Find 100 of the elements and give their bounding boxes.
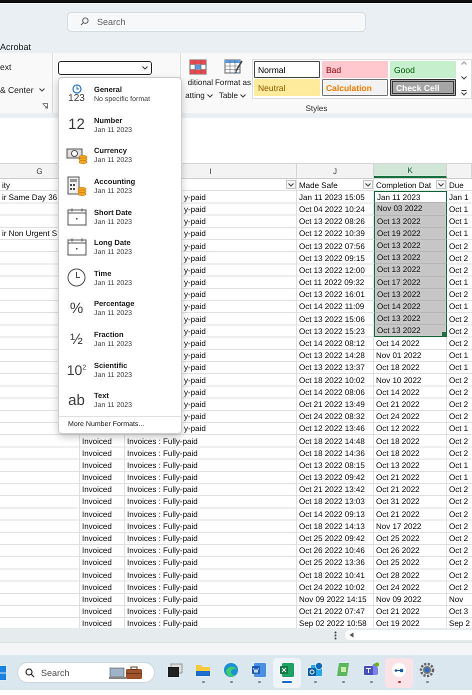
table-cell-text: Oct 28 2022 (375, 570, 421, 582)
search-box[interactable]: Search (67, 12, 366, 32)
table-cell-text: Oct 11 2022 09:32 (298, 277, 366, 289)
format-as-table-button[interactable]: Format as Table (215, 59, 252, 102)
scroll-down-icon[interactable] (461, 76, 467, 80)
table-cell-text: Oct 1 (448, 277, 470, 289)
table-cell-text: Oct 2 (448, 508, 470, 520)
dialog-launcher-icon[interactable] (42, 103, 48, 109)
table-cell-text: Oct 18 2022 14:13 (298, 520, 366, 532)
table-cell-text: Invoiced (81, 582, 113, 594)
table-brush-icon (224, 59, 244, 75)
table-cell-text: Oct 21 2022 (375, 398, 421, 411)
table-cell-text: Oct 2 (448, 386, 470, 398)
table-cell-text: Invoiced (81, 448, 113, 460)
table-cell-text: Oct 14 2022 08:12 (298, 338, 366, 350)
ribbon-tab[interactable]: Acrobat (0, 40, 32, 52)
table-cell-text: Invoices : Fully-paid (126, 508, 199, 520)
table-cell-text: Oct 14 2022 (375, 338, 421, 350)
search-icon (80, 17, 89, 26)
table-cell-text: Oct 13 2022 09:15 (298, 252, 366, 264)
cell-style-option[interactable]: Good (390, 61, 456, 78)
mail-app-icon (307, 662, 323, 678)
table-cell: Oct 17 2022 (374, 276, 447, 289)
table-cell-text: Oct 13 2022 (375, 460, 421, 472)
start-icon[interactable] (0, 666, 6, 680)
cell-style-option[interactable]: Neutral (254, 79, 320, 96)
format-icon: 123 (68, 94, 85, 104)
caret-icon (288, 182, 294, 186)
header-label: Completion Dat (376, 180, 432, 191)
conditional-formatting-button[interactable]: ditional atting (181, 59, 215, 102)
table-cell-text: Oct 24 2022 (375, 582, 421, 594)
caret-icon (240, 94, 246, 98)
table-cell-text: Oct 18 2022 (375, 448, 421, 460)
cell-style-option[interactable]: Normal (254, 61, 320, 78)
table-cell-text: y-paid (183, 411, 207, 423)
search-field[interactable]: Search (41, 668, 103, 678)
number-format-dropdown[interactable] (58, 61, 152, 75)
table-cell-text: Invoiced (81, 533, 113, 545)
search-box[interactable]: Search (17, 662, 155, 683)
table-cell-text: Oct 18 2022 10:02 (298, 374, 366, 386)
table-cell: Oct 13 2022 (374, 252, 447, 264)
table-cell-text: ir Same Day 36 (1, 192, 58, 204)
table-cell-text: Oct 14 2022 09:13 (298, 508, 366, 520)
filter-button[interactable] (436, 180, 446, 189)
table-cell-text: Oct 2 (448, 448, 470, 460)
scroll-left-icon[interactable] (349, 632, 354, 638)
table-cell-text: Oct 04 2022 10:24 (298, 204, 366, 216)
laptop-briefcase-icon (109, 666, 143, 680)
column-header[interactable]: K (374, 164, 447, 178)
table-cell-text: Oct 1 (448, 460, 470, 472)
table-cell-text: Invoiced (81, 520, 113, 532)
horizontal-scrollbar[interactable] (345, 630, 472, 640)
clock-icon (67, 268, 86, 288)
table-cell-text: Oct 1 (448, 472, 470, 484)
table-cell-text: Oct 26 2022 10:46 (298, 545, 366, 557)
filter-button[interactable] (286, 180, 296, 189)
table-cell-text: Oct 18 2022 (375, 436, 421, 448)
table-cell: Oct 13 2022 (374, 240, 447, 252)
table-cell-text: Oct 21 2022 (375, 472, 421, 484)
cell-style-option[interactable]: Bad (322, 61, 388, 78)
table-cell-text: Oct 2 (448, 533, 470, 545)
table-cell-text: Invoiced (81, 618, 113, 628)
table-cell-text: Invoiced (81, 496, 113, 508)
table-cell-text: y-paid (183, 192, 207, 204)
table-cell-text: Oct 2 (448, 398, 470, 411)
table-cell-text: Invoices : Fully-paid (126, 533, 199, 545)
wrap-text-button[interactable]: ext (0, 62, 52, 72)
table-cell-text: Oct 1 (448, 350, 470, 362)
table-cell-text: Oct 1 (448, 228, 470, 240)
merge-center-button[interactable]: & Center (0, 85, 52, 95)
caret-icon (142, 66, 148, 70)
table-cell-text: Invoices : Fully-paid (126, 557, 199, 569)
dots-app-icon (391, 662, 407, 678)
table-cell-text: Oct 13 2022 13:37 (298, 362, 366, 374)
more-styles-icon[interactable] (461, 90, 467, 96)
table-cell-text: Oct 2 (448, 582, 470, 594)
table-cell-text: Oct 21 2022 13:42 (298, 484, 366, 496)
table-cell-text: Oct 18 2022 14:48 (298, 436, 366, 448)
scroll-up-icon[interactable] (461, 61, 467, 65)
table-cell-text: Invoiced (81, 508, 113, 520)
filter-button[interactable] (363, 180, 373, 189)
table-cell-text: Oct 19 2022 (375, 618, 421, 628)
table-cell-text: Sep 2 (448, 618, 471, 628)
search-field[interactable]: Search (97, 16, 297, 26)
banknote-coins-icon (66, 146, 88, 164)
more-options-icon[interactable] (334, 630, 337, 640)
table-cell-text: Oct 2 (448, 374, 470, 386)
fill-handle[interactable] (442, 332, 446, 336)
table-cell: Oct 13 2022 (374, 216, 447, 228)
table-cell-text: Nov (448, 594, 464, 606)
table-cell-text: Oct 2 (448, 411, 470, 423)
table-cell-text: Invoices : Fully-paid (126, 448, 199, 460)
table-cell-text: Invoiced (81, 570, 113, 582)
table-cell-text: y-paid (183, 386, 207, 398)
table-cell-text: Jan 11 2023 15:05 (298, 192, 366, 204)
table-cell-text: y-paid (183, 314, 207, 326)
table-cell-text: Invoices : Fully-paid (126, 570, 199, 582)
table-cell-text: Oct 21 2022 07:47 (298, 606, 366, 618)
table-cell: Oct 19 2022 (374, 228, 447, 240)
table-cell-text: Invoices : Fully-paid (126, 436, 199, 448)
